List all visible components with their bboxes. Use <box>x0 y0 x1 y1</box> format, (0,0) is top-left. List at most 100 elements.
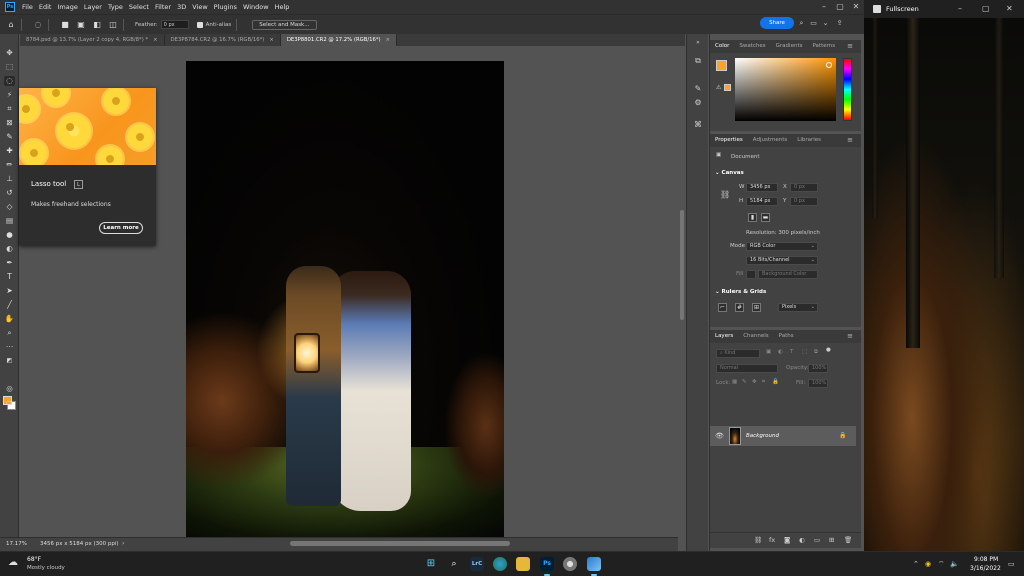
stamp-tool-icon[interactable]: ⊥ <box>4 174 15 184</box>
chevron-up-icon[interactable]: ⌃ <box>913 560 919 568</box>
photoshop-taskbar-icon[interactable]: Ps <box>540 557 554 571</box>
layer-name[interactable]: Background <box>746 433 779 439</box>
menu-type[interactable]: Type <box>105 3 126 11</box>
hue-slider[interactable] <box>843 58 852 121</box>
add-selection-icon[interactable]: ▣ <box>76 20 86 30</box>
tab-paths[interactable]: Paths <box>774 330 799 343</box>
history-brush-icon[interactable]: ↺ <box>4 188 15 198</box>
search-icon[interactable]: ⌕ <box>447 557 461 571</box>
clock-time[interactable]: 9:08 PM <box>974 556 998 563</box>
blur-tool-icon[interactable]: ● <box>4 230 15 240</box>
filter-shape-icon[interactable]: ⬚ <box>802 349 807 355</box>
menu-layer[interactable]: Layer <box>81 3 105 11</box>
learn-more-button[interactable]: Learn more <box>99 222 143 234</box>
chevron-right-icon[interactable]: › <box>122 540 124 547</box>
color-picker-field[interactable] <box>735 58 836 121</box>
notification-app-icon[interactable]: ◉ <box>925 560 931 568</box>
pen-tool-icon[interactable]: ✒ <box>4 258 15 268</box>
new-layer-icon[interactable]: ⊞ <box>829 536 834 544</box>
mode-select[interactable]: RGB Color ⌄ <box>746 242 818 251</box>
zoom-level[interactable]: 17.17% <box>6 541 27 547</box>
tab-color[interactable]: Color <box>710 40 735 54</box>
delete-layer-icon[interactable]: 🗑 <box>844 536 852 544</box>
path-select-icon[interactable]: ➤ <box>4 286 15 296</box>
new-group-icon[interactable]: ▭ <box>814 536 820 544</box>
x-field[interactable]: 0 px <box>790 183 818 192</box>
frame-tool-icon[interactable]: ⊠ <box>4 118 15 128</box>
filter-type-icon[interactable]: T <box>790 349 793 355</box>
close-icon[interactable]: × <box>269 37 273 43</box>
lock-position-icon[interactable]: ✥ <box>752 379 757 385</box>
close-icon[interactable]: ✕ <box>1006 4 1013 13</box>
close-icon[interactable]: × <box>386 37 390 43</box>
eraser-tool-icon[interactable]: ◇ <box>4 202 15 212</box>
magic-wand-tool-icon[interactable]: ⚡ <box>4 90 15 100</box>
workspace-icon[interactable]: ▭ <box>809 19 818 28</box>
canvas-section-title[interactable]: ⌄ Canvas <box>715 170 744 176</box>
visibility-eye-icon[interactable]: 👁 <box>715 432 724 440</box>
brush-settings-icon[interactable]: ✎ <box>693 84 703 94</box>
y-field[interactable]: 0 px <box>790 197 818 206</box>
filter-toggle-icon[interactable]: ● <box>826 347 831 353</box>
minimize-icon[interactable]: – <box>816 0 832 14</box>
lasso-preset-icon[interactable]: ◌ <box>33 20 43 30</box>
gamut-warning-icon[interactable]: ⚠ <box>716 84 721 91</box>
tab-swatches[interactable]: Swatches <box>734 40 770 53</box>
weather-temperature[interactable]: 68°F <box>27 556 41 563</box>
eyedropper-tool-icon[interactable]: ✎ <box>4 132 15 142</box>
lock-all-icon[interactable]: 🔒 <box>772 379 779 385</box>
opacity-field[interactable]: 100% <box>808 364 828 373</box>
tab-libraries[interactable]: Libraries <box>792 134 826 147</box>
volume-icon[interactable]: 🔈 <box>950 560 959 568</box>
tab-document-3[interactable]: DE3P8801.CR2 @ 17.2% (RGB/16*) × <box>280 34 398 46</box>
layer-kind-filter[interactable]: ⌕ Kind <box>716 349 760 358</box>
weather-cloud-icon[interactable]: ☁ <box>8 557 18 568</box>
new-selection-icon[interactable]: ■ <box>60 20 70 30</box>
guides-icon[interactable]: ⊞ <box>752 303 761 312</box>
more-tools-icon[interactable]: ⋯ <box>4 342 15 352</box>
line-tool-icon[interactable]: ╱ <box>4 300 15 310</box>
close-icon[interactable]: × <box>153 37 157 43</box>
add-mask-icon[interactable]: ◙ <box>784 536 790 544</box>
chevron-down-icon[interactable]: ⌄ <box>821 19 830 28</box>
select-and-mask-button[interactable]: Select and Mask... <box>252 19 317 30</box>
collapse-icon[interactable]: » <box>693 38 703 48</box>
color-picker-cursor[interactable] <box>826 62 832 68</box>
menu-view[interactable]: View <box>189 3 210 11</box>
close-icon[interactable]: ✕ <box>848 0 864 14</box>
photos-app-icon[interactable] <box>587 557 601 571</box>
lock-image-icon[interactable]: ✎ <box>742 379 747 385</box>
panel-menu-icon[interactable]: ≡ <box>842 330 858 343</box>
portrait-orientation-icon[interactable]: ▮ <box>748 213 757 222</box>
tab-properties[interactable]: Properties <box>710 134 748 148</box>
home-icon[interactable]: ⌂ <box>6 20 16 30</box>
tab-adjustments[interactable]: Adjustments <box>748 134 792 147</box>
menu-filter[interactable]: Filter <box>152 3 174 11</box>
crop-tool-icon[interactable]: ⌗ <box>4 104 15 114</box>
grid-icon[interactable]: # <box>735 303 744 312</box>
vertical-scroll-thumb[interactable] <box>680 210 684 320</box>
weather-condition[interactable]: Mostly cloudy <box>27 565 65 571</box>
gamut-color-chip[interactable] <box>724 84 731 91</box>
menu-window[interactable]: Window <box>240 3 272 11</box>
blend-mode-select[interactable]: Normal <box>716 364 778 373</box>
height-field[interactable]: 5184 px <box>746 197 778 206</box>
width-field[interactable]: 3456 px <box>746 183 778 192</box>
move-tool-icon[interactable]: ✥ <box>4 48 15 58</box>
tab-gradients[interactable]: Gradients <box>771 40 808 53</box>
menu-image[interactable]: Image <box>54 3 80 11</box>
start-icon[interactable]: ⊞ <box>424 557 438 571</box>
minimize-icon[interactable]: – <box>958 4 962 13</box>
type-tool-icon[interactable]: T <box>4 272 15 282</box>
hand-tool-icon[interactable]: ✋ <box>4 314 15 324</box>
tab-document-2[interactable]: DE3P8784.CR2 @ 16.7% (RGB/16*) × <box>165 34 281 46</box>
bit-depth-select[interactable]: 16 Bits/Channel ⌄ <box>746 256 818 265</box>
character-icon[interactable]: ⌘ <box>693 120 703 130</box>
menu-edit[interactable]: Edit <box>36 3 55 11</box>
healing-tool-icon[interactable]: ✚ <box>4 146 15 156</box>
menu-select[interactable]: Select <box>126 3 152 11</box>
panel-menu-icon[interactable]: ≡ <box>842 134 858 147</box>
tab-document-1[interactable]: 8784.psd @ 13.7% (Layer 2 copy 4, RGB/8*… <box>20 34 165 46</box>
link-layers-icon[interactable]: ⛓ <box>754 536 762 544</box>
screen-mode-icon[interactable]: ▭ <box>4 398 15 408</box>
